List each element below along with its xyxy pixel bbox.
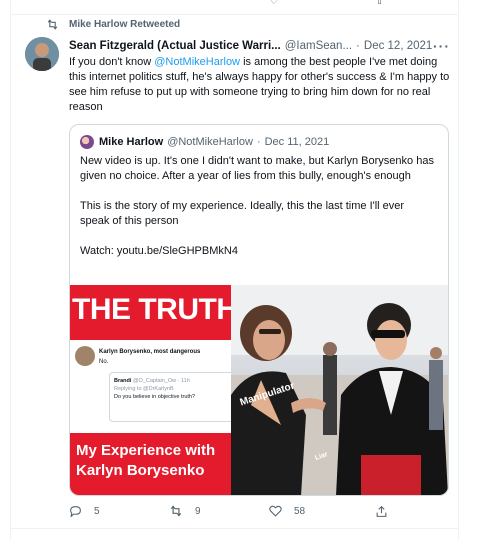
embedded-reply-card: Brandi @O_Captain_Ow · 11h Replying to @… <box>109 372 237 422</box>
quote-paragraph-2: This is the story of my experience. Idea… <box>80 200 405 227</box>
divider <box>11 14 458 15</box>
quote-header: Mike Harlow @NotMikeHarlow · Dec 11, 202… <box>80 135 329 149</box>
retweet-context: Mike Harlow Retweeted <box>46 19 180 30</box>
previous-like-icon[interactable]: ♡ <box>269 0 279 7</box>
embedded-avatar <box>75 346 95 366</box>
reply-author: Brandi <box>114 378 132 384</box>
reply-count: 5 <box>94 505 100 517</box>
tweet-text: If you don't know @NotMikeHarlow is amon… <box>69 55 454 115</box>
previous-share-icon[interactable]: ⇧ <box>375 0 384 7</box>
like-icon <box>269 505 282 517</box>
video-thumbnail[interactable]: THE TRUTH Karlyn Borysenko, most dangero… <box>70 285 448 495</box>
previous-tweet-actions: ♡ ⇧ <box>11 0 458 14</box>
experience-line-2: Karlyn Borysenko <box>76 462 205 479</box>
like-button[interactable]: 58 <box>269 505 305 517</box>
separator: · <box>356 40 360 52</box>
quote-text: New video is up. It's one I didn't want … <box>80 154 436 274</box>
thumbnail-photo: Manipulator Liar <box>231 285 448 495</box>
reply-text: Do you believe in objective truth? <box>114 394 196 400</box>
more-icon[interactable]: ··· <box>433 38 450 54</box>
like-count: 58 <box>294 505 306 517</box>
share-button[interactable] <box>375 505 400 518</box>
experience-line-1: My Experience with <box>76 442 216 459</box>
share-icon <box>376 505 387 517</box>
reply-icon <box>70 506 81 517</box>
divider <box>11 528 458 529</box>
quoted-tweet[interactable]: Mike Harlow @NotMikeHarlow · Dec 11, 202… <box>69 124 449 496</box>
author-avatar[interactable] <box>25 37 59 71</box>
retweet-action-icon <box>170 505 182 517</box>
retweet-label[interactable]: Mike Harlow Retweeted <box>69 19 180 30</box>
quote-paragraph-1: New video is up. It's one I didn't want … <box>80 155 434 182</box>
quote-avatar <box>80 135 94 149</box>
truth-headline: THE TRUTH <box>72 293 238 326</box>
embedded-name: Karlyn Borysenko, most dangerous <box>99 349 201 355</box>
author-name[interactable]: Sean Fitzgerald (Actual Justice Warri... <box>69 40 281 52</box>
experience-text: My Experience with Karlyn Borysenko <box>76 441 215 481</box>
tweet-header: Sean Fitzgerald (Actual Justice Warri...… <box>69 38 449 54</box>
tweet-text-part1: If you don't know <box>69 56 155 68</box>
retweet-count: 9 <box>195 505 201 517</box>
tweet-actions: 5 9 58 <box>69 505 399 521</box>
quote-separator: · <box>256 136 261 148</box>
timeline-column: ♡ ⇧ Mike Harlow Retweeted Sean Fitzgeral… <box>10 0 459 540</box>
quote-author-name: Mike Harlow <box>99 136 164 148</box>
quote-paragraph-3: Watch: youtu.be/SleGHPBMkN4 <box>80 245 238 257</box>
experience-banner: My Experience with Karlyn Borysenko <box>70 433 231 495</box>
quote-date: Dec 11, 2021 <box>264 136 330 148</box>
mention-link[interactable]: @NotMikeHarlow <box>154 56 240 68</box>
truth-banner: THE TRUTH <box>70 285 238 340</box>
reply-to: Replying to @DrKarlynB <box>114 386 174 392</box>
reply-button[interactable]: 5 <box>69 505 100 517</box>
reply-handle: @O_Captain_Ow · 11h <box>132 378 190 384</box>
author-handle[interactable]: @IamSean... <box>285 40 352 52</box>
embedded-reply: No. <box>99 359 109 365</box>
thumbnail-left-panel: THE TRUTH Karlyn Borysenko, most dangero… <box>70 285 238 495</box>
retweet-button[interactable]: 9 <box>169 505 201 517</box>
quote-author-handle: @NotMikeHarlow <box>167 136 253 148</box>
tweet-date[interactable]: Dec 12, 2021 <box>364 40 432 52</box>
embedded-tweet-image: Karlyn Borysenko, most dangerous No. Bra… <box>73 345 237 433</box>
retweet-icon <box>47 19 58 30</box>
